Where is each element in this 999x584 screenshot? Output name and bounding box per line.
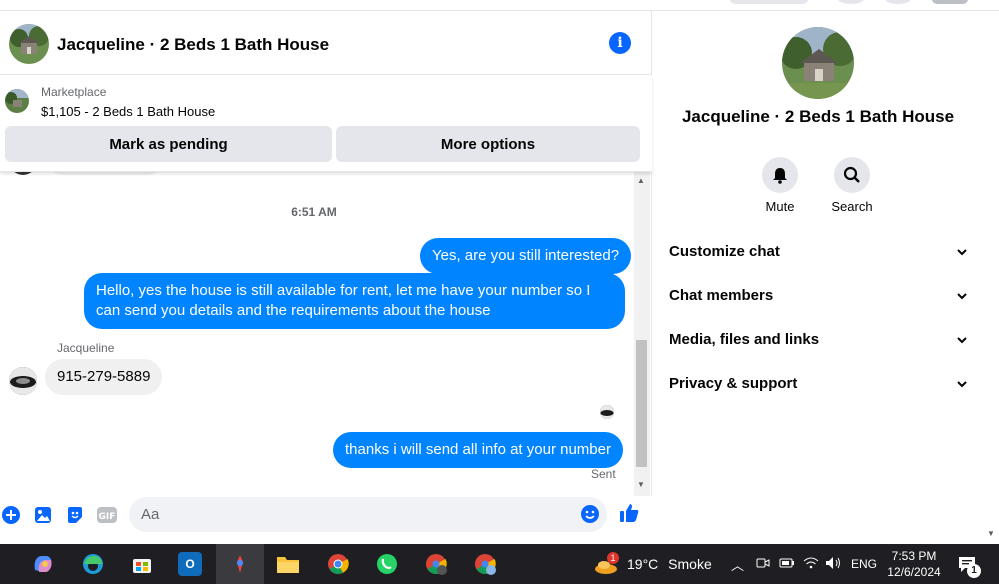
wifi-icon[interactable] (803, 556, 819, 573)
message-timestamp: 6:51 AM (291, 205, 337, 219)
seen-indicator-avatar (600, 405, 614, 419)
search-label: Search (831, 199, 873, 214)
message-composer: GIF (0, 496, 652, 544)
search-icon[interactable] (834, 157, 870, 193)
chevron-up-icon[interactable]: ︿ (731, 555, 744, 574)
emoji-icon[interactable] (579, 503, 601, 525)
message-list: 6:51 AM Yes, are you still interested? H… (0, 161, 634, 485)
chrome-icon[interactable] (326, 552, 350, 576)
weather-alert-badge: 1 (607, 552, 619, 564)
chat-header: Jacqueline · 2 Beds 1 Bath House i (0, 11, 652, 75)
weather-widget[interactable]: 19°C Smoke (627, 556, 712, 572)
photo-icon[interactable] (32, 504, 54, 526)
delivery-status: Sent (591, 467, 616, 481)
section-label: Customize chat (669, 243, 780, 260)
conversation-details-panel: Jacqueline · 2 Beds 1 Bath House Mute Se… (653, 11, 983, 544)
message-input-box[interactable] (129, 497, 607, 532)
more-options-button[interactable]: More options (336, 126, 640, 162)
info-icon[interactable]: i (609, 32, 631, 54)
clock-date: 12/6/2024 (887, 565, 941, 579)
chrome-profile-icon[interactable] (424, 552, 448, 576)
volume-icon[interactable] (825, 556, 843, 573)
system-clock[interactable]: 7:53 PM 12/6/2024 (880, 548, 948, 580)
chevron-down-icon[interactable] (955, 333, 969, 351)
bell-icon[interactable] (762, 157, 798, 193)
listing-thumbnail[interactable] (5, 89, 29, 113)
message-bubble-outgoing: thanks i will send all info at your numb… (333, 432, 623, 468)
svg-text:GIF: GIF (99, 512, 116, 522)
chevron-down-icon[interactable] (955, 289, 969, 307)
store-icon[interactable] (130, 552, 154, 576)
section-label: Media, files and links (669, 331, 820, 348)
windows-taskbar: O 1 19°C Smoke ︿ ENG 7:53 PM 12/6/2024 1 (0, 544, 999, 584)
chat-pane: Jacqueline · 2 Beds 1 Bath House i Marke… (0, 11, 652, 544)
file-explorer-icon[interactable] (276, 552, 300, 576)
browser-icon-stub[interactable] (885, 0, 911, 4)
conversation-avatar[interactable] (9, 24, 49, 64)
section-label: Privacy & support (669, 375, 798, 392)
scroll-up-arrow-icon[interactable]: ▲ (637, 176, 645, 185)
gif-icon[interactable]: GIF (96, 504, 118, 526)
scroll-down-arrow-icon[interactable]: ▼ (637, 480, 645, 489)
weather-condition: Smoke (668, 556, 712, 572)
notification-count-badge: 1 (967, 564, 981, 578)
message-bubble-incoming: 915-279-5889 (45, 359, 163, 395)
details-title: Jacqueline · 2 Beds 1 Bath House (681, 107, 955, 126)
marketplace-banner: Marketplace $1,105 - 2 Beds 1 Bath House… (0, 76, 652, 172)
chevron-down-icon[interactable] (955, 377, 969, 395)
message-input[interactable] (141, 497, 571, 532)
section-label: Chat members (669, 287, 774, 304)
mute-label: Mute (765, 199, 795, 214)
clock-time: 7:53 PM (891, 549, 937, 563)
mark-as-pending-button[interactable]: Mark as pending (5, 126, 332, 162)
section-chat-members[interactable]: Chat members (669, 287, 969, 311)
listing-title[interactable]: $1,105 - 2 Beds 1 Bath House (41, 104, 215, 119)
plus-icon[interactable] (0, 504, 22, 526)
message-scrollbar[interactable]: ▲ ▼ (634, 172, 650, 496)
chrome-profile-icon[interactable] (473, 552, 497, 576)
sender-avatar[interactable] (9, 367, 37, 395)
details-avatar[interactable] (782, 27, 854, 99)
copilot-icon[interactable] (31, 552, 55, 576)
thumbs-up-icon[interactable] (618, 502, 640, 524)
marketplace-label: Marketplace (41, 85, 107, 99)
section-customize-chat[interactable]: Customize chat (669, 243, 969, 267)
browser-tab-stub[interactable] (730, 0, 808, 4)
page-scrollbar[interactable]: ▼ (983, 11, 999, 544)
meet-icon[interactable] (756, 556, 770, 573)
edge-icon[interactable] (81, 552, 105, 576)
scroll-down-arrow-icon[interactable]: ▼ (987, 529, 995, 538)
input-language[interactable]: ENG (851, 557, 877, 571)
message-bubble-outgoing: Hello, yes the house is still available … (84, 273, 625, 329)
profile-stub[interactable] (932, 0, 968, 4)
section-privacy-support[interactable]: Privacy & support (669, 375, 969, 399)
conversation-title[interactable]: Jacqueline · 2 Beds 1 Bath House (57, 35, 329, 55)
search-action[interactable]: Search (822, 157, 882, 214)
chevron-down-icon[interactable] (955, 245, 969, 263)
whatsapp-icon[interactable] (375, 552, 399, 576)
mute-action[interactable]: Mute (750, 157, 810, 214)
browser-icon-stub[interactable] (838, 0, 864, 4)
weather-temp: 19°C (627, 556, 659, 572)
sender-name: Jacqueline (57, 341, 115, 355)
scrollbar-thumb[interactable] (636, 340, 647, 467)
browser-top-strip (0, 0, 999, 11)
sticker-icon[interactable] (64, 504, 86, 526)
outlook-icon[interactable]: O (178, 552, 202, 576)
battery-icon[interactable] (779, 556, 795, 573)
section-media-files-links[interactable]: Media, files and links (669, 331, 969, 355)
screen: Jacqueline · 2 Beds 1 Bath House i Marke… (0, 0, 999, 584)
pinned-app-icon[interactable] (228, 552, 252, 576)
message-bubble-outgoing: Yes, are you still interested? (420, 238, 632, 274)
